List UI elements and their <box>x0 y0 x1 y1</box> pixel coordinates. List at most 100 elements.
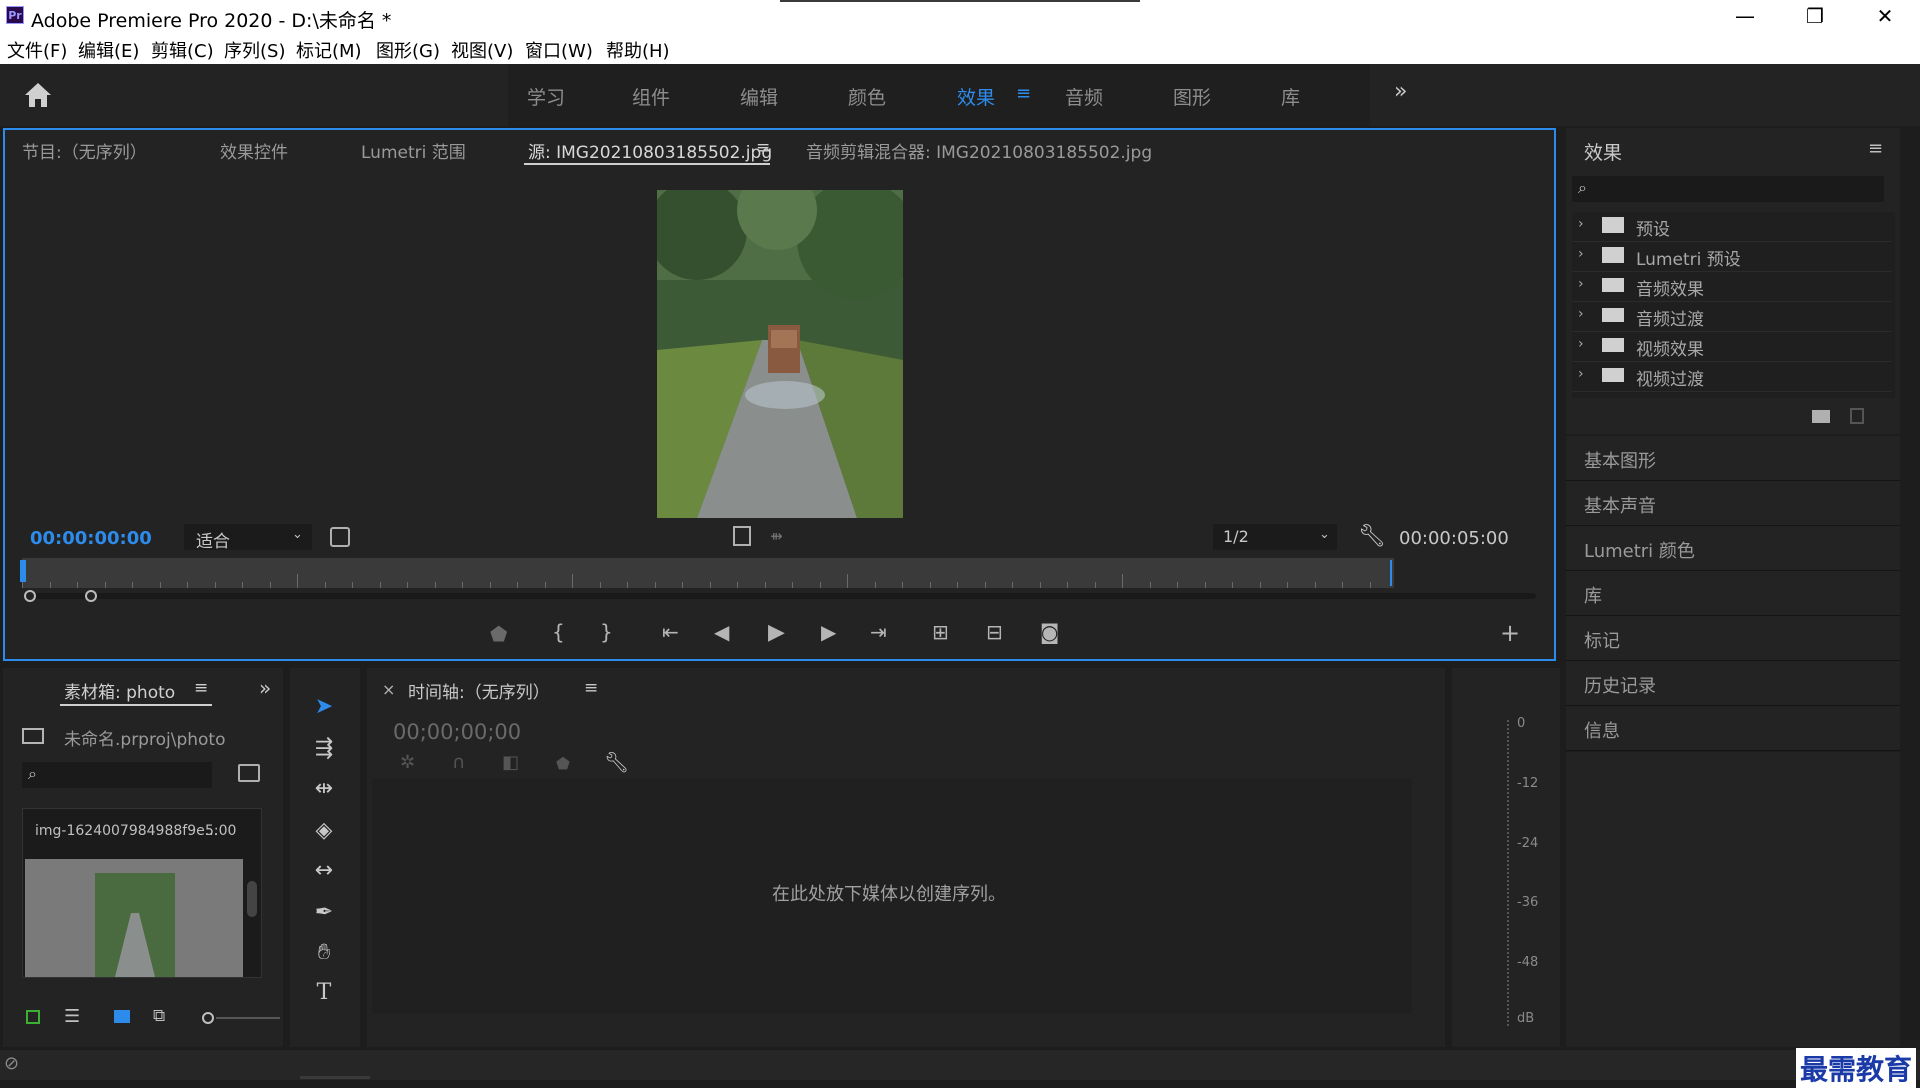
workspace-effects[interactable]: 效果 <box>957 83 995 110</box>
go-to-in-icon[interactable]: ⇤ <box>662 620 679 644</box>
nest-icon[interactable]: ✲ <box>400 752 415 773</box>
tab-timeline[interactable]: 时间轴:（无序列） <box>408 678 550 703</box>
menu-view[interactable]: 视图(V) <box>451 37 513 63</box>
lock-icon[interactable] <box>26 1010 40 1024</box>
zoom-slider-track[interactable] <box>216 1017 280 1019</box>
panels-overflow-icon[interactable]: » <box>259 676 271 700</box>
tab-effect-controls[interactable]: 效果控件 <box>220 138 288 163</box>
menu-sequence[interactable]: 序列(S) <box>224 37 285 63</box>
workspace-graphics[interactable]: 图形 <box>1173 83 1211 110</box>
effects-folder-audio-effects[interactable]: › 音频效果 <box>1572 272 1892 302</box>
section-history[interactable]: 历史记录 <box>1566 661 1900 706</box>
go-to-out-icon[interactable]: ⇥ <box>870 620 887 644</box>
menu-edit[interactable]: 编辑(E) <box>78 37 139 63</box>
slip-tool-icon[interactable]: ↔ <box>303 858 345 892</box>
new-bin-folder-icon[interactable] <box>1812 410 1830 423</box>
drag-video-only-icon[interactable] <box>733 526 751 546</box>
close-window-button[interactable]: ✕ <box>1850 0 1920 32</box>
minimize-button[interactable]: — <box>1710 0 1780 32</box>
menu-graphics[interactable]: 图形(G) <box>376 37 440 63</box>
zoom-scrollbar[interactable] <box>26 593 1536 599</box>
zoom-slider-handle[interactable] <box>202 1012 214 1024</box>
effects-folder-video-transitions[interactable]: › 视频过渡 <box>1572 362 1892 392</box>
list-view-icon[interactable]: ☰ <box>64 1006 80 1027</box>
play-icon[interactable]: ▶︎ <box>768 620 785 645</box>
menu-file[interactable]: 文件(F) <box>7 37 67 63</box>
insert-icon[interactable]: ⊞ <box>932 620 949 644</box>
tab-lumetri-scopes[interactable]: Lumetri 范围 <box>361 138 466 163</box>
effects-folder-audio-transitions[interactable]: › 音频过渡 <box>1572 302 1892 332</box>
zoom-scroll-handle-right[interactable] <box>85 590 97 602</box>
trash-icon[interactable] <box>1850 408 1864 424</box>
ripple-edit-tool-icon[interactable]: ⇹ <box>303 776 345 810</box>
drag-audio-only-icon[interactable]: ⇻ <box>770 527 783 545</box>
tab-audio-clip-mixer[interactable]: 音频剪辑混合器: IMG20210803185502.jpg <box>806 138 1152 163</box>
workspaces-overflow-icon[interactable]: » <box>1394 79 1407 104</box>
effects-search-input[interactable]: ⌕ <box>1572 176 1884 202</box>
add-marker-icon[interactable]: ⬟ <box>556 754 570 773</box>
effects-panel-title[interactable]: 效果 <box>1584 138 1622 165</box>
resolution-select[interactable]: 1/2 ⌄ <box>1213 524 1337 550</box>
workspace-assembly[interactable]: 组件 <box>632 83 670 110</box>
step-forward-icon[interactable]: ▶︎ <box>821 620 836 644</box>
tab-program[interactable]: 节目:（无序列） <box>22 138 147 163</box>
overwrite-icon[interactable]: ⊟ <box>986 620 1003 644</box>
clip-thumbnail-card[interactable]: img-1624007984988f9e... 5:00 <box>22 808 262 978</box>
section-markers[interactable]: 标记 <box>1566 616 1900 661</box>
timeline-menu-icon[interactable]: ≡ <box>584 678 598 698</box>
home-icon[interactable] <box>22 80 54 114</box>
button-editor-plus-icon[interactable]: + <box>1500 619 1520 647</box>
effects-folder-video-effects[interactable]: › 视频效果 <box>1572 332 1892 362</box>
tab-bin[interactable]: 素材箱: photo <box>64 678 175 703</box>
close-timeline-icon[interactable]: × <box>382 680 395 699</box>
effects-panel-menu-icon[interactable]: ≡ <box>1868 138 1883 159</box>
pen-tool-icon[interactable]: ✒ <box>303 900 345 934</box>
bin-search-input[interactable]: ⌕ <box>22 762 212 788</box>
effects-folder-presets[interactable]: › 预设 <box>1572 212 1892 242</box>
insert-overwrite-icon[interactable] <box>330 527 350 547</box>
up-folder-icon[interactable] <box>22 728 44 744</box>
effects-folder-lumetri-presets[interactable]: › Lumetri 预设 <box>1572 242 1892 272</box>
zoom-scroll-handle-left[interactable] <box>24 590 36 602</box>
menu-help[interactable]: 帮助(H) <box>606 37 670 63</box>
menu-clip[interactable]: 剪辑(C) <box>151 37 214 63</box>
fit-select[interactable]: 适合 ⌄ <box>184 524 312 552</box>
step-back-icon[interactable]: ◀︎ <box>714 620 729 644</box>
mark-out-icon[interactable]: } <box>600 620 613 644</box>
bin-scrollbar[interactable] <box>247 881 257 917</box>
tab-source[interactable]: 源: IMG20210803185502.jpg <box>528 138 772 163</box>
source-time-ruler[interactable] <box>22 558 1394 588</box>
selection-tool-icon[interactable]: ➤ <box>303 694 345 728</box>
restore-button[interactable]: ❐ <box>1780 0 1850 32</box>
bin-panel-menu-icon[interactable]: ≡ <box>194 678 208 698</box>
section-libraries[interactable]: 库 <box>1566 571 1900 616</box>
workspace-effects-menu-icon[interactable]: ≡ <box>1016 83 1031 104</box>
find-icon[interactable] <box>238 764 260 782</box>
section-essential-graphics[interactable]: 基本图形 <box>1566 436 1900 481</box>
source-current-timecode[interactable]: 00:00:00:00 <box>30 528 152 549</box>
freeform-view-icon[interactable]: ⧉ <box>153 1006 165 1026</box>
track-select-tool-icon[interactable]: ⇶ <box>303 736 345 770</box>
menu-window[interactable]: 窗口(W) <box>525 37 593 63</box>
timeline-timecode[interactable]: 00;00;00;00 <box>393 720 521 744</box>
workspace-color[interactable]: 颜色 <box>848 83 886 110</box>
workspace-editing[interactable]: 编辑 <box>740 83 778 110</box>
export-frame-camera-icon[interactable]: ◙ <box>1040 620 1059 644</box>
wrench-settings-icon[interactable]: 🔧︎ <box>1358 524 1386 549</box>
section-lumetri-color[interactable]: Lumetri 颜色 <box>1566 526 1900 571</box>
source-playhead[interactable] <box>20 560 26 582</box>
menu-marker[interactable]: 标记(M) <box>296 37 362 63</box>
workspace-learning[interactable]: 学习 <box>527 83 565 110</box>
add-marker-icon[interactable]: ⬟ <box>490 622 507 646</box>
timeline-settings-wrench-icon[interactable]: 🔧︎ <box>604 750 629 774</box>
source-panel-menu-icon[interactable]: ≡ <box>756 138 770 158</box>
mark-in-icon[interactable]: { <box>552 620 565 644</box>
razor-tool-icon[interactable]: ◈ <box>303 818 345 852</box>
icon-view-icon[interactable] <box>114 1010 130 1023</box>
snap-magnet-icon[interactable]: ∩ <box>452 752 465 773</box>
linked-selection-icon[interactable]: ◧ <box>502 752 519 773</box>
workspace-audio[interactable]: 音频 <box>1065 83 1103 110</box>
section-essential-sound[interactable]: 基本声音 <box>1566 481 1900 526</box>
workspace-libraries[interactable]: 库 <box>1281 83 1300 110</box>
type-tool-icon[interactable]: T <box>303 980 345 1014</box>
